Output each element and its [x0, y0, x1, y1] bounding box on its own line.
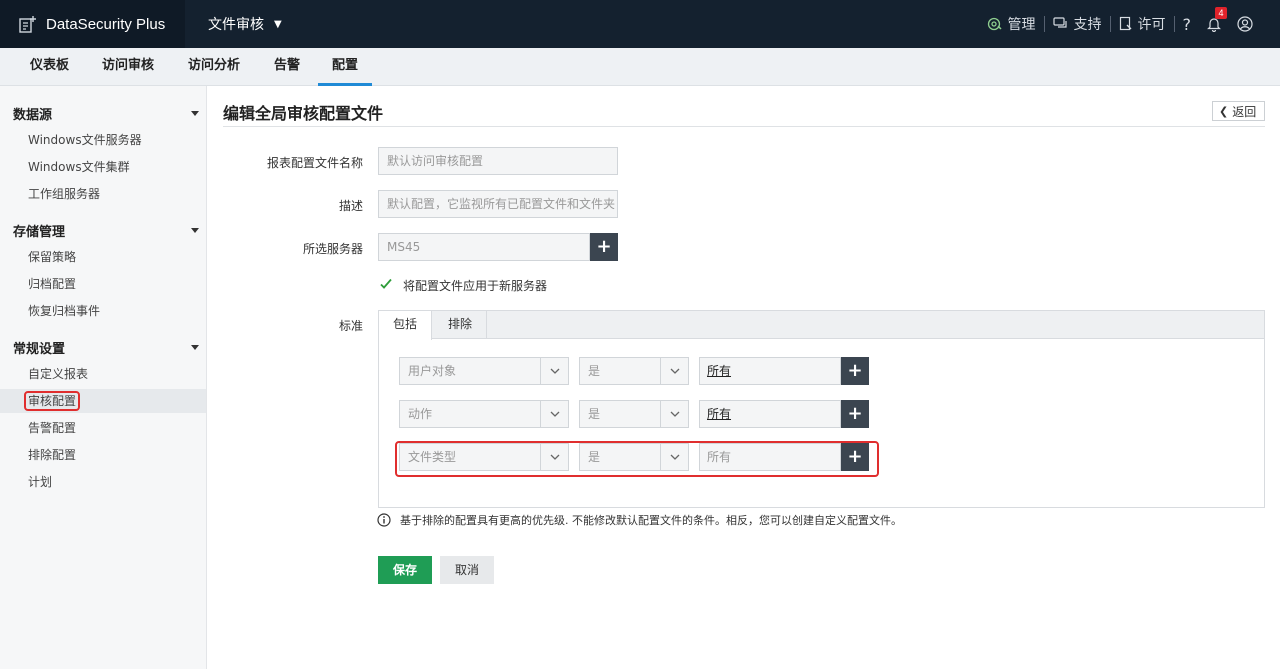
sidebar-item-label: 审核配置: [24, 391, 81, 411]
main-nav: 仪表板 访问审核 访问分析 告警 配置: [0, 48, 1280, 86]
sidebar: 数据源 Windows文件服务器 Windows文件集群 工作组服务器 存储管理…: [0, 86, 207, 669]
caret-down-icon: ▼: [274, 18, 282, 30]
sidebar-item-windows-file-server[interactable]: Windows文件服务器: [0, 128, 206, 152]
tab-alerts[interactable]: 告警: [260, 48, 314, 86]
criteria-value-field[interactable]: 所有: [699, 400, 841, 428]
info-text: 基于排除的配置具有更高的优先级. 不能修改默认配置文件的条件。相反，您可以创建自…: [400, 514, 902, 527]
highlight-annotation: [395, 441, 879, 477]
criteria-operator-select[interactable]: 是: [579, 400, 689, 428]
apply-new-servers-checkbox[interactable]: [379, 277, 393, 291]
tab-exclude[interactable]: 排除: [434, 311, 488, 339]
add-criteria-button[interactable]: +: [841, 357, 869, 385]
sidebar-item-retention-policy[interactable]: 保留策略: [0, 245, 206, 269]
profile-name-label: 报表配置文件名称: [266, 156, 363, 170]
tab-include[interactable]: 包括: [379, 311, 433, 340]
admin-link[interactable]: 管理: [979, 14, 1044, 34]
apply-new-servers-label: 将配置文件应用于新服务器: [403, 279, 548, 293]
module-selector[interactable]: 文件审核 ▼: [208, 0, 282, 48]
caret-down-icon[interactable]: [191, 228, 199, 233]
sidebar-item-restore-archive[interactable]: 恢复归档事件: [0, 299, 206, 323]
sidebar-section-storage[interactable]: 存储管理: [13, 221, 65, 240]
sidebar-item-archive-config[interactable]: 归档配置: [0, 272, 206, 296]
sidebar-item-windows-file-cluster[interactable]: Windows文件集群: [0, 155, 206, 179]
license-label: 许可: [1137, 17, 1166, 33]
criteria-value-field[interactable]: 所有: [699, 357, 841, 385]
admin-gear-icon: [987, 17, 1002, 31]
notifications-button[interactable]: 4: [1199, 7, 1229, 32]
module-label: 文件审核: [208, 17, 264, 33]
description-label: 描述: [338, 199, 363, 213]
tab-access-audit[interactable]: 访问审核: [88, 48, 168, 86]
select-value: 动作: [408, 407, 433, 421]
tab-dashboard[interactable]: 仪表板: [16, 48, 83, 86]
chevron-down-icon: [540, 358, 568, 384]
divider: [223, 126, 1265, 127]
license-link[interactable]: 许可: [1111, 14, 1174, 34]
caret-down-icon[interactable]: [191, 111, 199, 116]
sidebar-item-exclusion-config[interactable]: 排除配置: [0, 443, 206, 467]
notification-badge: 4: [1215, 7, 1227, 19]
criteria-field-select[interactable]: 用户对象: [399, 357, 569, 385]
chat-support-icon: [1052, 17, 1067, 28]
save-button[interactable]: 保存: [378, 556, 432, 584]
profile-name-field[interactable]: 默认访问审核配置: [378, 147, 618, 175]
user-avatar-icon: [1237, 16, 1253, 32]
chevron-down-icon: [540, 401, 568, 427]
criteria-label: 标准: [338, 319, 363, 333]
sidebar-section-data-source[interactable]: 数据源: [13, 104, 52, 123]
sidebar-item-workgroup-server[interactable]: 工作组服务器: [0, 182, 206, 206]
page-title: 编辑全局审核配置文件: [223, 104, 384, 123]
criteria-tabs: 包括 排除: [379, 311, 1264, 340]
admin-label: 管理: [1007, 17, 1036, 33]
criteria-field-select[interactable]: 动作: [399, 400, 569, 428]
chevron-down-icon: [660, 358, 688, 384]
back-button[interactable]: ❮ 返回: [1212, 101, 1265, 121]
tab-configuration[interactable]: 配置: [318, 48, 373, 86]
user-account-button[interactable]: [1229, 16, 1266, 32]
brand-logo[interactable]: DataSecurity Plus: [0, 0, 185, 48]
brand-icon: [19, 16, 36, 33]
sidebar-item-schedule[interactable]: 计划: [0, 470, 206, 494]
selected-servers-field[interactable]: MS45: [378, 233, 590, 261]
info-icon: [377, 513, 391, 527]
tab-access-analysis[interactable]: 访问分析: [174, 48, 254, 86]
selected-servers-label: 所选服务器: [302, 242, 363, 256]
chevron-left-icon: ❮: [1219, 104, 1229, 118]
add-server-button[interactable]: +: [590, 233, 618, 261]
help-icon[interactable]: ?: [1175, 15, 1200, 34]
chevron-down-icon: [660, 401, 688, 427]
description-field[interactable]: 默认配置，它监视所有已配置文件和文件夹: [378, 190, 618, 218]
caret-down-icon[interactable]: [191, 345, 199, 350]
select-value: 是: [588, 364, 601, 378]
sidebar-item-custom-reports[interactable]: 自定义报表: [0, 362, 206, 386]
support-link[interactable]: 支持: [1045, 14, 1110, 34]
back-label: 返回: [1232, 104, 1257, 119]
criteria-operator-select[interactable]: 是: [579, 357, 689, 385]
sidebar-item-alert-config[interactable]: 告警配置: [0, 416, 206, 440]
info-note: 基于排除的配置具有更高的优先级. 不能修改默认配置文件的条件。相反，您可以创建自…: [377, 512, 902, 528]
brand-name: DataSecurity Plus: [46, 15, 166, 33]
select-value: 是: [588, 407, 601, 421]
sidebar-item-audit-config[interactable]: 审核配置: [0, 389, 206, 413]
license-icon: [1119, 16, 1131, 31]
add-criteria-button[interactable]: +: [841, 400, 869, 428]
sidebar-section-general-settings[interactable]: 常规设置: [13, 338, 65, 357]
select-value: 用户对象: [408, 364, 457, 378]
support-label: 支持: [1073, 17, 1102, 33]
cancel-button[interactable]: 取消: [440, 556, 494, 584]
top-header: DataSecurity Plus 文件审核 ▼ 管理 支持 许可 ? 4: [0, 0, 1280, 48]
